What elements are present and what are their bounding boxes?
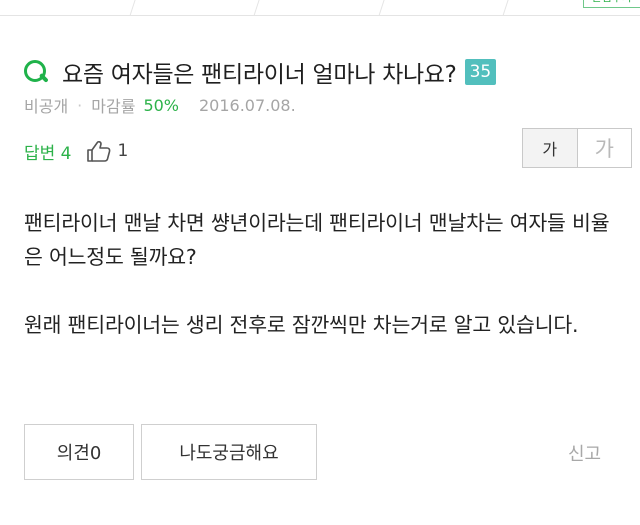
font-size-small-button[interactable]: 가 xyxy=(523,129,578,167)
meta-separator: · xyxy=(77,95,83,115)
like-count: 1 xyxy=(117,141,129,161)
answer-count-link[interactable]: 답변 4 xyxy=(24,139,72,164)
top-tab-strip: 관심추가 xyxy=(0,0,640,16)
tab-divider xyxy=(502,0,509,16)
visibility-label: 비공개 xyxy=(24,97,69,116)
question-q-icon xyxy=(24,59,50,85)
tab-divider xyxy=(253,0,260,16)
me-too-curious-button[interactable]: 나도궁금해요 xyxy=(141,424,317,480)
question-title: 요즘 여자들은 팬티라이너 얼마나 차나요? xyxy=(62,62,457,88)
report-link[interactable]: 신고 xyxy=(568,440,601,466)
question-date: 2016.07.08. xyxy=(199,95,296,115)
tab-divider xyxy=(129,0,136,16)
font-size-large-button[interactable]: 가 xyxy=(578,129,632,167)
question-count-badge: 35 xyxy=(464,59,497,85)
closing-rate-value: 50% xyxy=(143,95,179,115)
closing-rate-label: 마감률 xyxy=(91,97,136,116)
add-interest-button[interactable]: 관심추가 xyxy=(582,0,640,8)
question-body: 팬티라이너 맨날 차면 썅년이라는데 팬티라이너 맨날차는 여자들 비율은 어느… xyxy=(24,206,624,376)
font-size-toggle: 가 가 xyxy=(522,128,632,168)
body-paragraph: 팬티라이너 맨날 차면 썅년이라는데 팬티라이너 맨날차는 여자들 비율은 어느… xyxy=(24,211,610,269)
answer-stats: 답변 4 1 xyxy=(24,138,128,164)
question-meta: 비공개 · 마감률 50% 2016.07.08. xyxy=(24,94,296,117)
question-header: 요즘 여자들은 팬티라이너 얼마나 차나요? 35 xyxy=(24,56,497,88)
thumbs-up-icon[interactable] xyxy=(86,139,112,163)
tab-divider xyxy=(378,0,385,16)
opinion-button[interactable]: 의견0 xyxy=(24,424,134,480)
body-paragraph: 원래 팬티라이너는 생리 전후로 잠깐씩만 차는거로 알고 있습니다. xyxy=(24,313,579,337)
